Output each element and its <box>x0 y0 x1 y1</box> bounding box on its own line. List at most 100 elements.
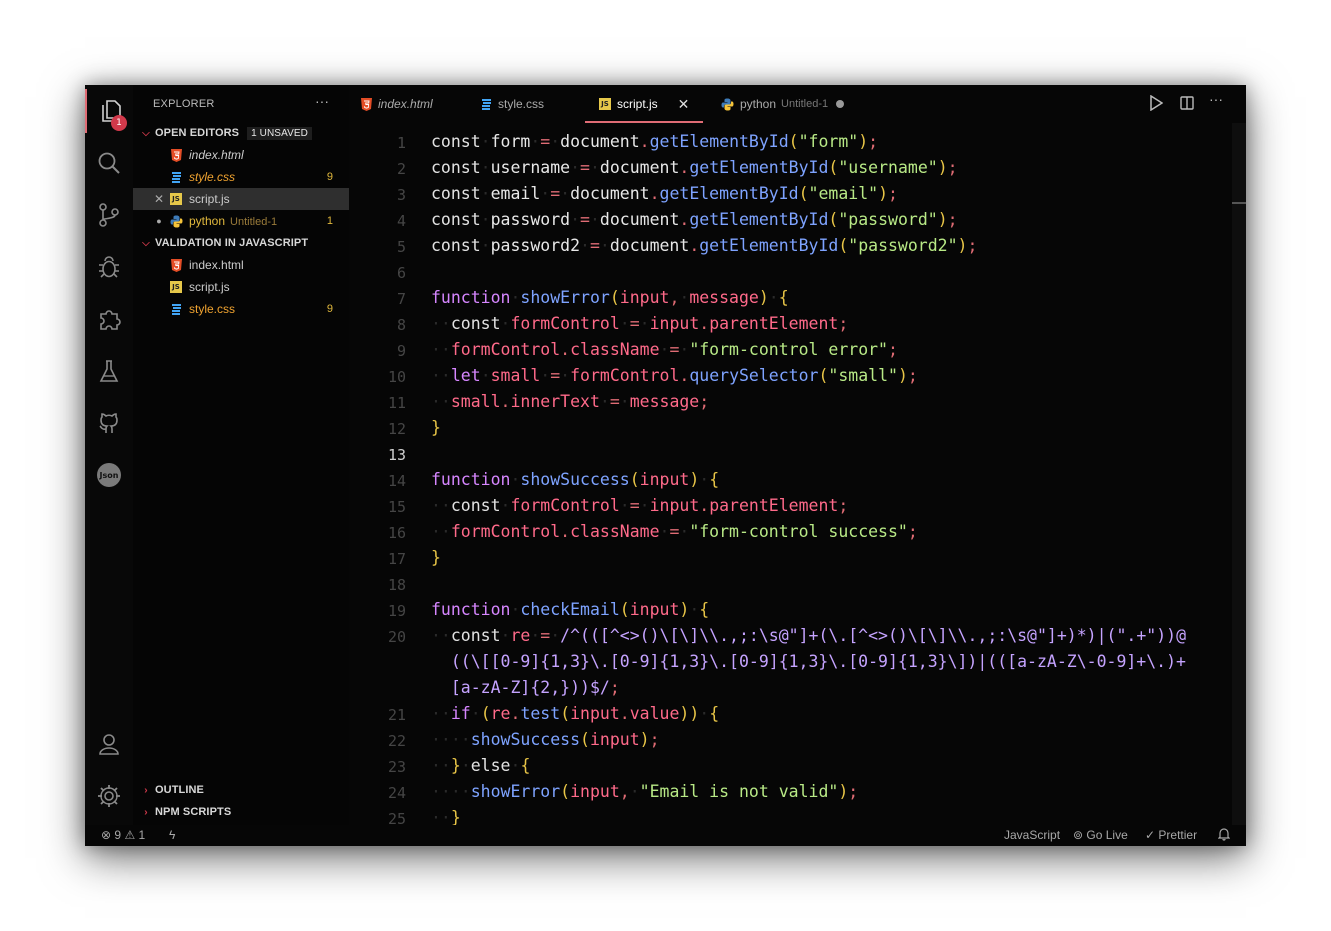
code-token: "small" <box>828 366 898 385</box>
code-token: ( <box>560 782 571 801</box>
code-token: . <box>619 704 630 723</box>
code-line[interactable]: const·username·=·document.getElementById… <box>431 158 958 177</box>
code-line[interactable]: ····showSuccess(input); <box>431 730 660 749</box>
code-line[interactable]: ··const·re·=·/^(([^<>()\[\]\\.,;:\s@"]+(… <box>431 626 1186 645</box>
code-token: · <box>500 314 511 333</box>
tab-python[interactable]: python Untitled-1 <box>721 85 845 123</box>
code-line[interactable]: ··formControl.className·=·"form-control … <box>431 522 918 541</box>
explorer-button[interactable]: 1 <box>85 89 135 133</box>
open-editor-item-script-js[interactable]: ✕ JS script.js <box>133 188 349 210</box>
code-line[interactable]: function·showSuccess(input)·{ <box>431 470 719 489</box>
code-token: · <box>500 496 511 515</box>
language-mode[interactable]: JavaScript <box>1004 828 1060 842</box>
code-token: ; <box>888 184 898 203</box>
code-token: = <box>540 626 551 645</box>
code-line[interactable]: ··} <box>431 808 461 825</box>
project-folder-header[interactable]: ⌵ VALIDATION IN JAVASCRIPT <box>139 233 308 253</box>
tab-script-js[interactable]: JS script.js ✕ <box>585 85 704 123</box>
code-line[interactable]: const·password·=·document.getElementById… <box>431 210 958 229</box>
open-editor-item-style-css[interactable]: style.css 9 <box>133 166 349 188</box>
code-token: . <box>639 132 650 151</box>
code-token: ; <box>907 366 918 385</box>
split-editor-button[interactable] <box>1179 95 1195 114</box>
code-token: . <box>679 210 690 229</box>
go-live-button[interactable]: ⊚ Go Live <box>1073 828 1128 842</box>
close-icon[interactable]: ✕ <box>678 96 690 113</box>
debug-button[interactable] <box>85 245 133 289</box>
code-editor[interactable]: 1 const·form·=·document.getElementById("f… <box>349 123 1246 825</box>
explorer-more-button[interactable]: ··· <box>315 93 329 109</box>
code-line[interactable]: const·email·=·document.getElementById("e… <box>431 184 898 203</box>
file-item-index-html[interactable]: index.html <box>133 254 349 276</box>
code-token: ; <box>947 158 958 177</box>
code-line[interactable]: ····showError(input,·"Email is not valid… <box>431 782 858 801</box>
code-line[interactable]: ··let·small·=·formControl.querySelector(… <box>431 366 918 385</box>
tab-style-css[interactable]: style.css <box>481 85 544 123</box>
code-line[interactable]: ··formControl.className·=·"form-control … <box>431 340 898 359</box>
file-item-style-css[interactable]: style.css 9 <box>133 298 349 320</box>
code-line[interactable]: ··const·formControl·=·input.parentElemen… <box>431 496 848 515</box>
notifications-button[interactable] <box>1218 828 1230 841</box>
open-editor-item-index-html[interactable]: index.html <box>133 144 349 166</box>
code-line[interactable]: const·form·=·document.getElementById("fo… <box>431 132 878 151</box>
code-token: document <box>570 184 650 203</box>
code-token: formControl <box>510 496 620 515</box>
code-line[interactable]: ··small.innerText·=·message; <box>431 392 709 411</box>
code-line[interactable]: const·password2·=·document.getElementByI… <box>431 236 977 255</box>
code-line[interactable]: function·showError(input,·message)·{ <box>431 288 789 307</box>
code-line[interactable]: ··const·formControl·=·input.parentElemen… <box>431 314 848 333</box>
lightning-status[interactable]: ϟ <box>169 828 175 842</box>
prettier-status[interactable]: ✓ Prettier <box>1145 828 1197 842</box>
open-editor-item-python[interactable]: ● python Untitled-1 1 <box>133 210 349 232</box>
settings-button[interactable] <box>85 774 133 818</box>
code-token: getElementById <box>689 210 829 229</box>
split-editor-icon <box>1180 96 1194 110</box>
code-token: . <box>500 392 511 411</box>
file-item-script-js[interactable]: JS script.js <box>133 276 349 298</box>
close-icon[interactable]: ✕ <box>153 192 165 206</box>
problem-count: 1 <box>326 215 333 227</box>
code-token: [a-zA-Z]{2,}))$/ <box>450 678 610 697</box>
chevron-right-icon: › <box>144 784 148 796</box>
file-name: style.css <box>189 170 236 184</box>
code-token: "password" <box>838 210 938 229</box>
code-token: ( <box>838 236 849 255</box>
code-token: · <box>639 314 650 333</box>
code-line[interactable]: } <box>431 548 441 567</box>
css3-icon <box>169 170 183 184</box>
npm-scripts-header[interactable]: › NPM SCRIPTS <box>139 802 231 822</box>
code-token: showSuccess <box>520 470 630 489</box>
code-line[interactable]: function·checkEmail(input)·{ <box>431 600 709 619</box>
code-token: · <box>550 626 561 645</box>
code-token: · <box>540 366 551 385</box>
editor-scrollbar[interactable] <box>1232 123 1246 825</box>
code-token: function <box>431 470 511 489</box>
problems-status[interactable]: ⊗ 9 ⚠ 1 <box>101 828 145 842</box>
code-token: ; <box>888 340 898 359</box>
open-editors-header[interactable]: ⌵ OPEN EDITORS 1 UNSAVED <box>139 123 312 143</box>
search-button[interactable] <box>85 141 133 185</box>
code-token: ; <box>649 730 660 749</box>
outline-header[interactable]: › OUTLINE <box>139 780 204 800</box>
code-line[interactable]: } <box>431 418 441 437</box>
error-count: 9 <box>114 828 122 842</box>
accounts-button[interactable] <box>85 722 133 766</box>
code-token: )) <box>679 704 700 723</box>
editor-more-button[interactable]: ··· <box>1209 91 1223 107</box>
code-line[interactable]: ((\[[0-9]{1,3}\.[0-9]{1,3}\.[0-9]{1,3}\.… <box>431 652 1186 671</box>
json-button[interactable]: Json <box>85 453 133 497</box>
extensions-button[interactable] <box>85 297 133 341</box>
code-line[interactable]: [a-zA-Z]{2,}))$/; <box>431 678 620 697</box>
source-control-button[interactable] <box>85 193 133 237</box>
code-line[interactable]: ··}·else·{ <box>431 756 530 775</box>
code-token: ( <box>560 704 571 723</box>
github-button[interactable] <box>85 401 133 445</box>
tab-index-html[interactable]: index.html <box>361 85 433 123</box>
testing-button[interactable] <box>85 349 133 393</box>
code-token: · <box>679 522 690 541</box>
run-button[interactable] <box>1149 94 1164 114</box>
code-line[interactable]: ··if·(re.test(input.value))·{ <box>431 704 719 723</box>
code-token: · <box>560 184 571 203</box>
code-token: ·· <box>431 704 451 723</box>
html5-icon <box>169 148 183 162</box>
